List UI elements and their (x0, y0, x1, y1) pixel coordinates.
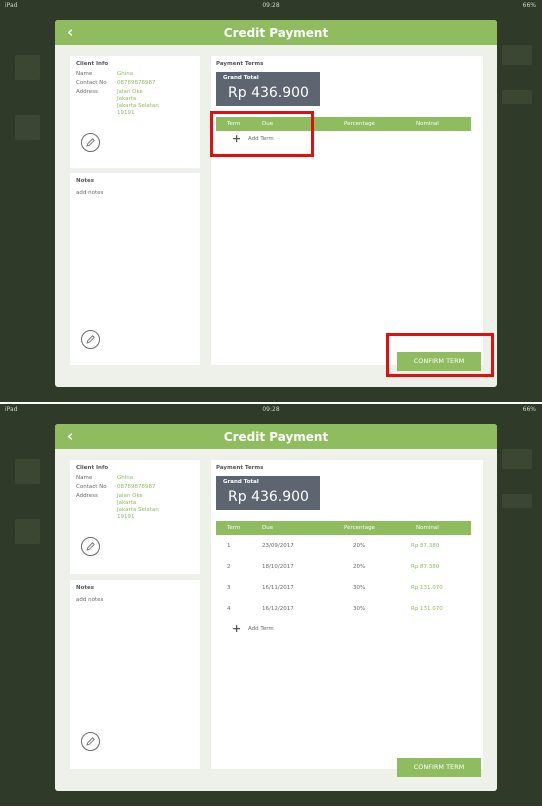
battery-level: 66% (522, 2, 536, 9)
due-date: 16/11/2017 (262, 585, 294, 591)
pencil-icon[interactable] (81, 537, 100, 556)
terms-table-header: Term Due Percentage Nominal (216, 521, 471, 535)
client-info-card: Client Info Name Ghina Contact No 087898… (70, 460, 200, 574)
status-bar: iPad 09:28 66% (0, 404, 542, 414)
plus-icon: + (232, 622, 242, 635)
background-tab (502, 494, 532, 508)
contact-label: Contact No (76, 484, 107, 490)
name-label: Name (76, 71, 93, 77)
credit-payment-dialog: ‹ Credit Payment Client Info Name Ghina … (55, 424, 497, 791)
notes-card: Notes add notes (70, 173, 200, 365)
nominal: Rp 131.070 (411, 606, 443, 612)
contact-label: Contact No (76, 80, 107, 86)
notes-heading: Notes (76, 178, 95, 184)
due-date: 23/09/2017 (262, 543, 294, 549)
address-line: Jakarta (117, 96, 137, 102)
payment-terms-card: Payment Terms Grand Total Rp 436.900 Ter… (211, 460, 483, 769)
due-date: 16/12/2017 (262, 606, 294, 612)
column-header-term: Term (227, 525, 241, 531)
background-menu (502, 449, 532, 469)
page-title: Credit Payment (223, 430, 329, 444)
background-icon (15, 519, 40, 544)
address-line: Jakarta (117, 500, 137, 506)
grand-total-box: Grand Total Rp 436.900 (216, 476, 320, 510)
background-tab (502, 90, 532, 104)
address-line: Jalan Oke (117, 493, 143, 499)
credit-payment-dialog: ‹ Credit Payment Client Info Name Ghina … (55, 20, 497, 387)
title-bar: ‹ Credit Payment (55, 424, 497, 449)
page-title: Credit Payment (223, 26, 329, 40)
address-line: Jakarta Selatan (117, 507, 159, 513)
screen-after: iPad 09:28 66% ‹ Credit Payment Client I… (0, 404, 542, 806)
percentage: 20% (353, 564, 366, 570)
pencil-icon[interactable] (81, 732, 100, 751)
term-number: 4 (227, 606, 231, 612)
term-number: 1 (227, 543, 231, 549)
confirm-term-button[interactable]: CONFIRM TERM (397, 758, 481, 777)
column-header-nominal: Nominal (416, 525, 439, 531)
client-contact: 08789878987 (117, 80, 156, 86)
background-icon (15, 115, 40, 140)
status-bar: iPad 09:28 66% (0, 0, 542, 10)
address-label: Address (76, 493, 98, 499)
address-line: 19191 (117, 514, 135, 520)
column-header-percentage: Percentage (344, 525, 375, 531)
payment-terms-heading: Payment Terms (216, 61, 264, 67)
column-header-nominal: Nominal (416, 121, 439, 127)
background-menu (502, 45, 532, 65)
title-bar: ‹ Credit Payment (55, 20, 497, 45)
percentage: 20% (353, 543, 366, 549)
pencil-icon[interactable] (81, 330, 100, 349)
address-label: Address (76, 89, 98, 95)
highlight-confirm-term (386, 333, 494, 377)
column-header-due: Due (262, 525, 274, 531)
term-number: 3 (227, 585, 231, 591)
add-term-button[interactable]: + Add Term (232, 622, 287, 636)
add-term-label: Add Term (248, 626, 274, 632)
grand-total-value: Rp 436.900 (228, 85, 309, 101)
notes-field[interactable]: add notes (76, 190, 103, 196)
client-contact: 08789878987 (117, 484, 156, 490)
client-info-heading: Client Info (76, 61, 109, 67)
address-line: Jakarta Selatan (117, 103, 159, 109)
percentage: 30% (353, 585, 366, 591)
term-number: 2 (227, 564, 231, 570)
clock: 09:28 (262, 2, 280, 9)
column-header-percentage: Percentage (344, 121, 375, 127)
pencil-icon[interactable] (81, 133, 100, 152)
client-name: Ghina (117, 475, 134, 481)
nominal: Rp 87.380 (411, 564, 440, 570)
grand-total-box: Grand Total Rp 436.900 (216, 72, 320, 106)
notes-heading: Notes (76, 585, 95, 591)
background-icon (15, 55, 40, 80)
notes-field[interactable]: add notes (76, 597, 103, 603)
highlight-add-term (210, 111, 314, 157)
percentage: 30% (353, 606, 366, 612)
nominal: Rp 87.380 (411, 543, 440, 549)
name-label: Name (76, 475, 93, 481)
client-info-card: Client Info Name Ghina Contact No 087898… (70, 56, 200, 168)
nominal: Rp 131.070 (411, 585, 443, 591)
client-name: Ghina (117, 71, 134, 77)
address-line: 19191 (117, 110, 135, 116)
payment-terms-card: Payment Terms Grand Total Rp 436.900 Ter… (211, 56, 483, 365)
grand-total-label: Grand Total (223, 75, 259, 81)
notes-card: Notes add notes (70, 580, 200, 769)
address-line: Jalan Oke (117, 89, 143, 95)
grand-total-value: Rp 436.900 (228, 489, 309, 505)
screen-before: iPad 09:28 66% ‹ Credit Payment Client I… (0, 0, 542, 402)
clock: 09:28 (262, 406, 280, 413)
battery-level: 66% (522, 406, 536, 413)
background-icon (15, 459, 40, 484)
payment-terms-heading: Payment Terms (216, 465, 264, 471)
grand-total-label: Grand Total (223, 479, 259, 485)
client-info-heading: Client Info (76, 465, 109, 471)
due-date: 18/10/2017 (262, 564, 294, 570)
